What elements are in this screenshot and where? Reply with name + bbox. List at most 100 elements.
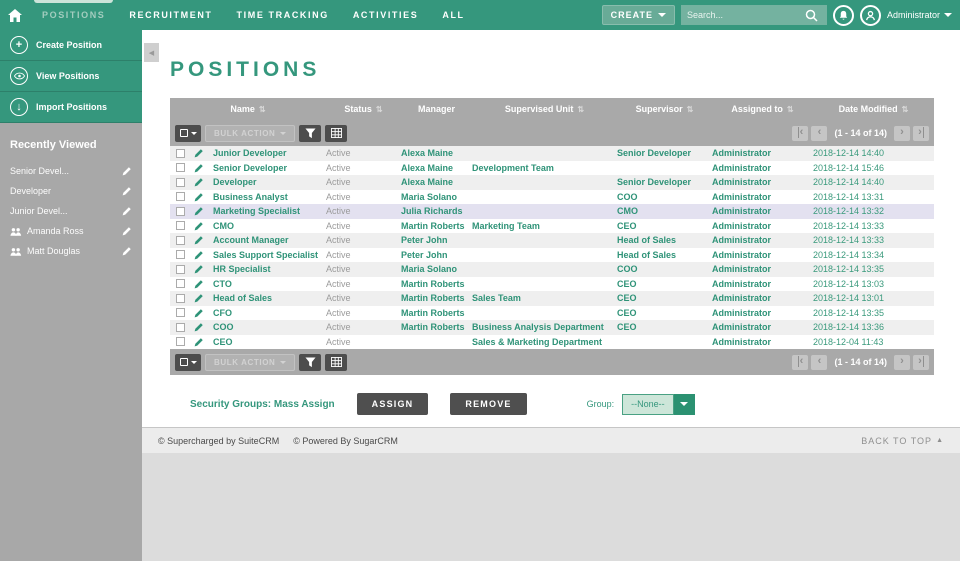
row-checkbox[interactable] [175,163,185,173]
supervised-unit-link[interactable]: Development Team [472,162,554,173]
search-input[interactable] [686,10,805,20]
manager-link[interactable]: Martin Roberts [401,307,465,318]
recent-item[interactable]: Matt Douglas [0,241,142,261]
supervisor-link[interactable]: Head of Sales [617,249,677,260]
edit-pencil-icon[interactable] [122,226,132,236]
assign-button[interactable]: ASSIGN [356,393,429,415]
edit-record-button[interactable] [190,308,213,318]
select-all-dropdown[interactable] [175,124,201,142]
supervised-unit-link[interactable]: Sales Team [472,293,521,304]
first-page-button[interactable]: ‹ [792,125,809,141]
manager-link[interactable]: Alexa Maine [401,162,454,173]
supervised-unit-link[interactable]: Business Analysis Department [472,322,604,333]
row-checkbox[interactable] [175,264,185,274]
notifications-button[interactable] [832,4,854,26]
edit-pencil-icon[interactable] [122,166,132,176]
sidebar-item-import-positions[interactable]: ↓ Import Positions [0,92,142,123]
group-select[interactable]: --None-- [622,393,695,415]
edit-pencil-icon[interactable] [122,186,132,196]
edit-pencil-icon[interactable] [122,246,132,256]
position-name-link[interactable]: Head of Sales [213,293,273,304]
edit-record-button[interactable] [190,235,213,245]
create-button[interactable]: CREATE [601,5,675,25]
supervisor-link[interactable]: COO [617,264,638,275]
prev-page-button[interactable]: ‹ [811,354,828,370]
edit-record-button[interactable] [190,221,213,231]
manager-link[interactable]: Martin Roberts [401,220,465,231]
sidebar-collapse-button[interactable]: ◀ [144,43,159,62]
remove-button[interactable]: REMOVE [450,393,527,415]
manager-link[interactable]: Peter John [401,249,448,260]
edit-record-button[interactable] [190,264,213,274]
sort-icon[interactable]: ⇅ [376,105,383,114]
assigned-to-link[interactable]: Administrator [712,336,772,347]
back-to-top-link[interactable]: BACK TO TOP ▲ [861,436,944,446]
column-chooser-button[interactable] [325,124,348,142]
supervisor-link[interactable]: CEO [617,307,637,318]
assigned-to-link[interactable]: Administrator [712,206,772,217]
filter-button[interactable] [299,353,322,371]
recent-item[interactable]: Junior Devel... [0,201,142,221]
user-dropdown[interactable]: Administrator [887,10,952,20]
edit-record-button[interactable] [190,192,213,202]
row-checkbox[interactable] [175,293,185,303]
edit-record-button[interactable] [190,148,213,158]
tab-activities[interactable]: ACTIVITIES [341,0,431,30]
position-name-link[interactable]: Junior Developer [213,148,287,159]
manager-link[interactable]: Martin Roberts [401,322,465,333]
edit-record-button[interactable] [190,163,213,173]
row-checkbox[interactable] [175,337,185,347]
edit-pencil-icon[interactable] [122,206,132,216]
position-name-link[interactable]: Account Manager [213,235,289,246]
recent-item[interactable]: Senior Devel... [0,161,142,181]
column-header-name[interactable]: Name ⇅ [170,104,326,114]
assigned-to-link[interactable]: Administrator [712,148,772,159]
column-header-assigned-to[interactable]: Assigned to ⇅ [712,104,813,114]
manager-link[interactable]: Maria Solano [401,264,458,275]
position-name-link[interactable]: HR Specialist [213,264,271,275]
assigned-to-link[interactable]: Administrator [712,191,772,202]
supervisor-link[interactable]: Head of Sales [617,235,677,246]
assigned-to-link[interactable]: Administrator [712,278,772,289]
supervised-unit-link[interactable]: Marketing Team [472,220,540,231]
user-menu-button[interactable] [859,4,881,26]
row-checkbox[interactable] [175,192,185,202]
sidebar-item-view-positions[interactable]: View Positions [0,61,142,92]
select-all-dropdown[interactable] [175,353,201,371]
home-button[interactable] [0,0,30,30]
tab-time-tracking[interactable]: TIME TRACKING [225,0,341,30]
supervisor-link[interactable]: Senior Developer [617,148,692,159]
recent-item[interactable]: Amanda Ross [0,221,142,241]
first-page-button[interactable]: ‹ [792,354,809,370]
prev-page-button[interactable]: ‹ [811,125,828,141]
row-checkbox[interactable] [175,148,185,158]
bulk-action-button[interactable]: BULK ACTION [205,124,296,142]
filter-button[interactable] [299,124,322,142]
position-name-link[interactable]: Marketing Specialist [213,206,301,217]
tab-all[interactable]: ALL [430,0,476,30]
tab-positions[interactable]: POSITIONS [30,0,117,30]
column-header-supervisor[interactable]: Supervisor ⇅ [617,104,712,114]
position-name-link[interactable]: COO [213,322,234,333]
column-chooser-button[interactable] [325,353,348,371]
row-checkbox[interactable] [175,221,185,231]
assigned-to-link[interactable]: Administrator [712,249,772,260]
edit-record-button[interactable] [190,250,213,260]
supervisor-link[interactable]: CEO [617,278,637,289]
manager-link[interactable]: Julia Richards [401,206,463,217]
last-page-button[interactable]: › [913,125,929,141]
position-name-link[interactable]: CEO [213,336,233,347]
sort-icon[interactable]: ⇅ [687,105,694,114]
row-checkbox[interactable] [175,250,185,260]
supervisor-link[interactable]: CEO [617,293,637,304]
supervisor-link[interactable]: COO [617,191,638,202]
assigned-to-link[interactable]: Administrator [712,220,772,231]
sidebar-item-create-position[interactable]: + Create Position [0,30,142,61]
edit-record-button[interactable] [190,279,213,289]
position-name-link[interactable]: CMO [213,220,234,231]
last-page-button[interactable]: › [913,354,929,370]
tab-recruitment[interactable]: RECRUITMENT [117,0,224,30]
supervised-unit-link[interactable]: Sales & Marketing Department [472,336,603,347]
row-checkbox[interactable] [175,235,185,245]
position-name-link[interactable]: Developer [213,177,257,188]
